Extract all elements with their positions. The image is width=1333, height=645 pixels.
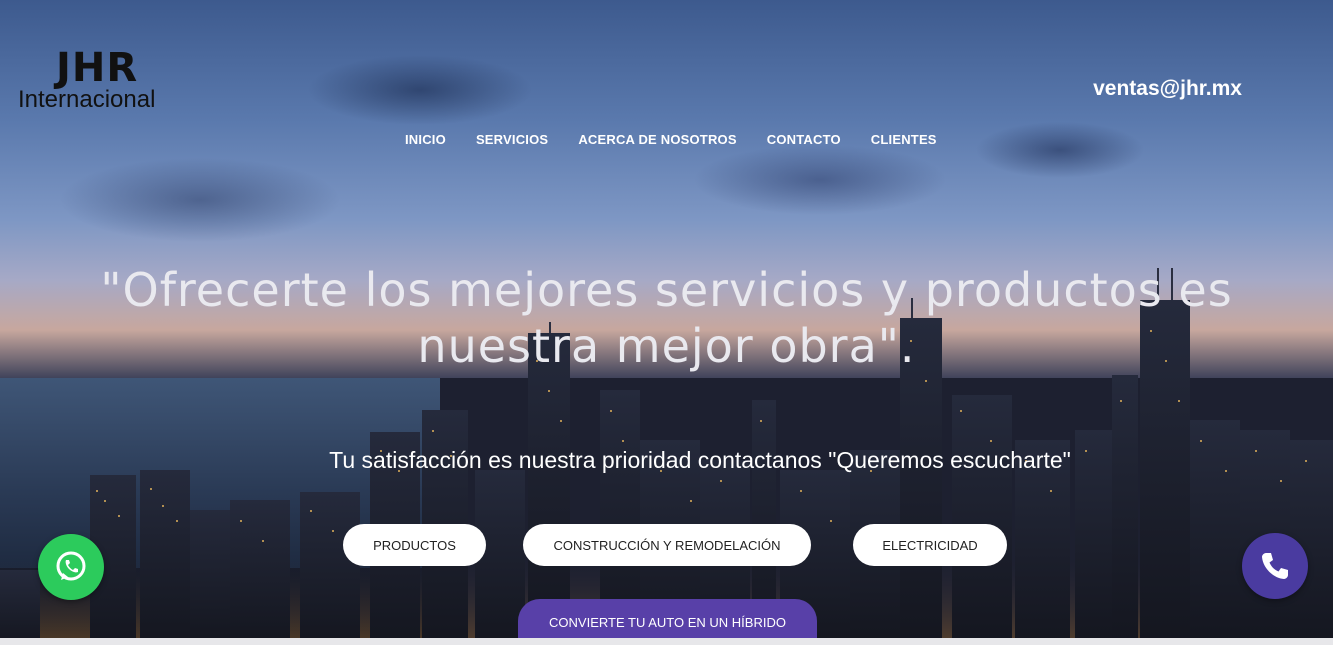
nav-item-acerca-de-nosotros[interactable]: ACERCA DE NOSOTROS <box>578 132 736 147</box>
hero-headline: "Ofrecerte los mejores servicios y produ… <box>0 262 1333 374</box>
hero-section: JHR Internacional ventas@jhr.mx INICIO S… <box>0 0 1333 645</box>
nav-item-servicios[interactable]: SERVICIOS <box>476 132 548 147</box>
construccion-button[interactable]: CONSTRUCCIÓN Y REMODELACIÓN <box>523 524 811 566</box>
logo[interactable]: JHR Internacional <box>18 48 198 112</box>
phone-icon <box>1262 553 1288 579</box>
nav-item-inicio[interactable]: INICIO <box>405 132 446 147</box>
logo-subtitle: Internacional <box>18 86 156 113</box>
email-link[interactable]: ventas@jhr.mx <box>1093 77 1242 101</box>
phone-call-button[interactable] <box>1242 533 1308 599</box>
electricidad-button[interactable]: ELECTRICIDAD <box>853 524 1007 566</box>
whatsapp-button[interactable] <box>38 534 104 600</box>
bottom-scroll-strip <box>0 638 1333 645</box>
main-nav: INICIO SERVICIOS ACERCA DE NOSOTROS CONT… <box>405 132 937 147</box>
logo-title: JHR <box>56 45 139 91</box>
productos-button[interactable]: PRODUCTOS <box>343 524 486 566</box>
hero-subline: Tu satisfacción es nuestra prioridad con… <box>329 447 1071 473</box>
hero-headline-line2: nuestra mejor obra". <box>417 319 916 373</box>
nav-item-clientes[interactable]: CLIENTES <box>871 132 937 147</box>
whatsapp-icon <box>56 551 86 581</box>
hero-headline-line1: "Ofrecerte los mejores servicios y produ… <box>100 263 1233 317</box>
nav-item-contacto[interactable]: CONTACTO <box>767 132 841 147</box>
